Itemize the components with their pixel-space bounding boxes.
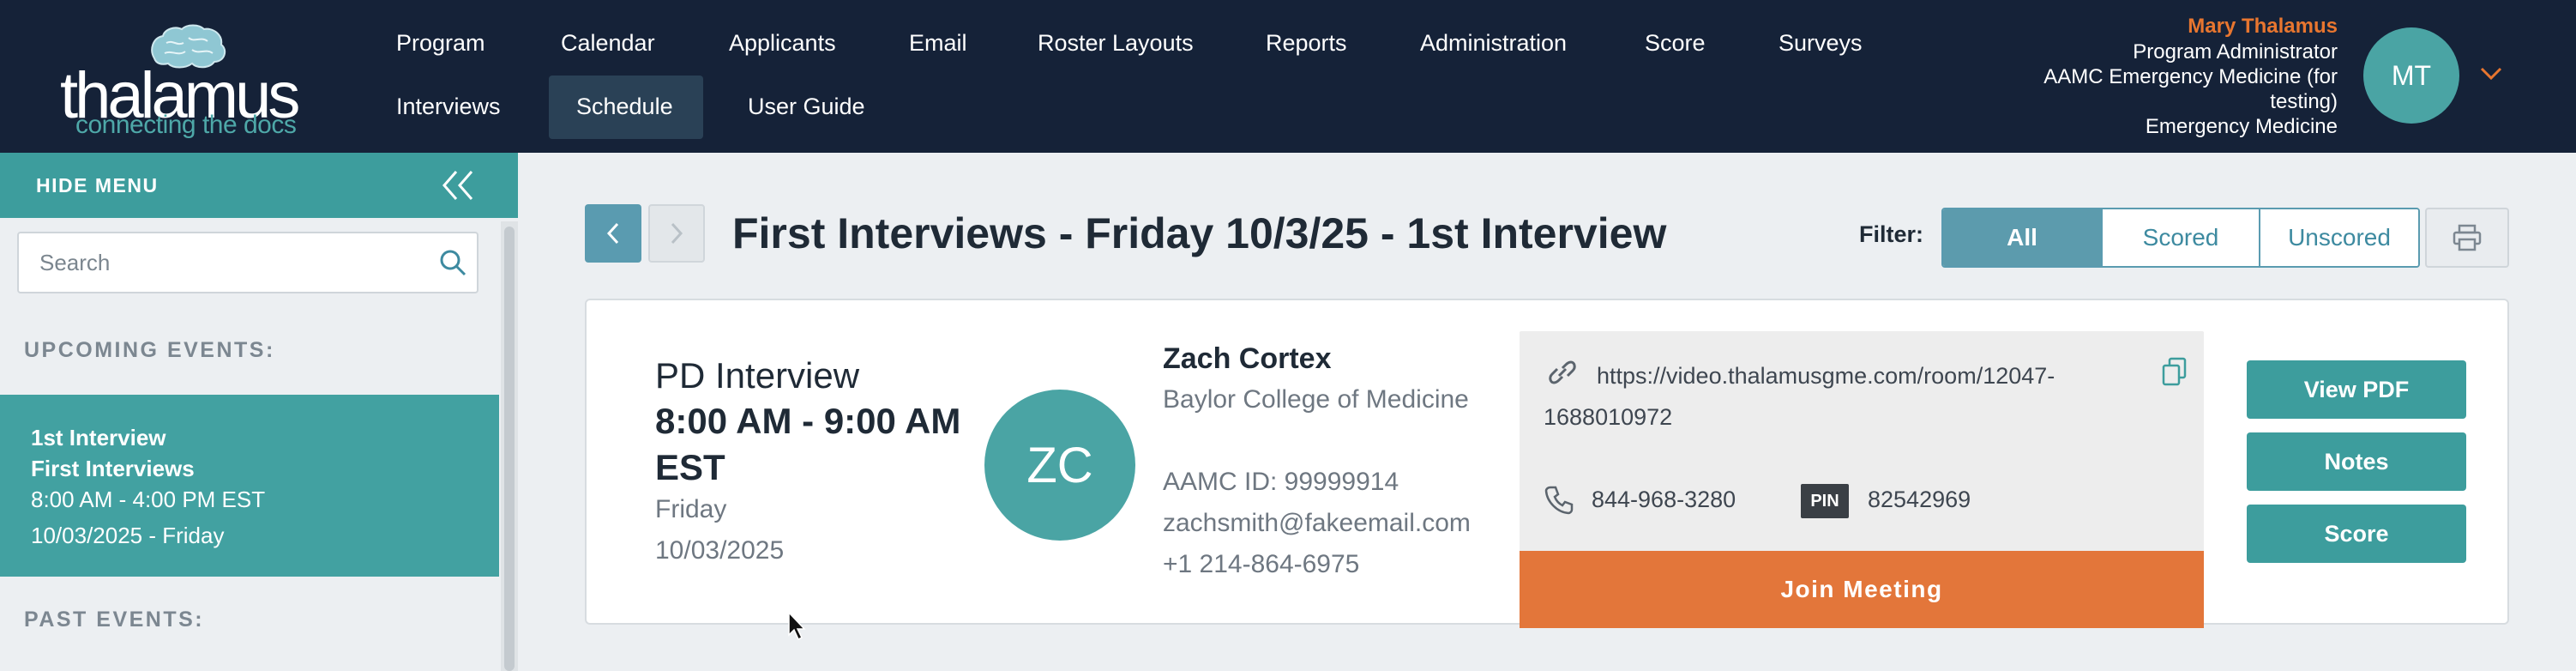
nav-applicants[interactable]: Applicants: [729, 29, 836, 57]
phone-icon: [1544, 486, 1574, 515]
chevron-left-icon: [606, 222, 619, 245]
candidate-phone: +1 214-864-6975: [1163, 550, 1360, 578]
page-title: First Interviews - Friday 10/3/25 - 1st …: [732, 209, 1667, 257]
interview-card: PD Interview 8:00 AM - 9:00 AM EST Frida…: [585, 299, 2509, 628]
nav-program[interactable]: Program: [396, 29, 485, 57]
sidebar: HIDE MENU UPCOMING EVENTS: 1st Interview…: [0, 153, 518, 671]
nav-user-guide[interactable]: User Guide: [748, 93, 865, 120]
filter-label: Filter:: [1859, 221, 1924, 247]
nav-interviews[interactable]: Interviews: [396, 93, 501, 120]
search-icon[interactable]: [437, 247, 468, 278]
upcoming-event-item[interactable]: 1st Interview First Interviews 8:00 AM -…: [0, 395, 499, 577]
user-avatar[interactable]: MT: [2363, 27, 2459, 124]
nav-score[interactable]: Score: [1645, 29, 1706, 57]
top-navigation-bar: thalamus connecting the docs Program Cal…: [0, 0, 2576, 153]
user-specialty: Emergency Medicine: [2145, 115, 2338, 138]
nav-surveys[interactable]: Surveys: [1779, 29, 1863, 57]
event-time: 8:00 AM - 4:00 PM EST: [31, 487, 266, 512]
printer-icon: [2453, 224, 2482, 251]
join-meeting-button[interactable]: Join Meeting: [1520, 551, 2204, 628]
chevron-down-icon[interactable]: [2478, 62, 2504, 84]
nav-reports[interactable]: Reports: [1266, 29, 1347, 57]
nav-email[interactable]: Email: [909, 29, 967, 57]
user-info: Mary Thalamus Program Administrator AAMC…: [2043, 14, 2338, 139]
interview-type: PD Interview: [655, 355, 860, 396]
filter-button-group: All Scored Unscored: [1941, 208, 2420, 268]
candidate-aamc-id: AAMC ID: 99999914: [1163, 468, 1399, 496]
nav-calendar[interactable]: Calendar: [561, 29, 655, 57]
hide-menu-label: HIDE MENU: [36, 173, 159, 196]
interview-date: Friday 10/03/2025: [655, 489, 784, 571]
nav-roster-layouts[interactable]: Roster Layouts: [1038, 29, 1194, 57]
event-subtitle: First Interviews: [31, 456, 195, 481]
notes-button[interactable]: Notes: [2247, 432, 2466, 491]
interview-day-name: Friday: [655, 495, 727, 523]
filter-unscored-button[interactable]: Unscored: [2260, 209, 2418, 266]
interview-date-value: 10/03/2025: [655, 536, 785, 565]
previous-button[interactable]: [585, 204, 641, 263]
search-input[interactable]: [17, 232, 478, 293]
meeting-phone: 844-968-3280: [1592, 487, 1736, 512]
meeting-pin: 82542969: [1868, 487, 1971, 512]
candidate-name[interactable]: Zach Cortex: [1163, 340, 1332, 378]
candidate-email[interactable]: zachsmith@fakeemail.com: [1163, 503, 1489, 544]
score-button[interactable]: Score: [2247, 505, 2466, 563]
past-events-label: PAST EVENTS:: [24, 608, 205, 632]
nav-schedule[interactable]: Schedule: [576, 93, 673, 120]
view-pdf-button[interactable]: View PDF: [2247, 360, 2466, 419]
user-role: Program Administrator: [2133, 40, 2338, 63]
meeting-url[interactable]: https://video.thalamusgme.com/room/12047…: [1544, 355, 2127, 438]
candidate-avatar: ZC: [984, 390, 1135, 541]
sidebar-scrollbar-thumb[interactable]: [504, 227, 515, 671]
copy-icon[interactable]: [2161, 357, 2188, 388]
meeting-details: https://video.thalamusgme.com/room/12047…: [1520, 331, 2204, 628]
double-chevron-left-icon[interactable]: [439, 168, 477, 203]
upcoming-events-label: UPCOMING EVENTS:: [24, 338, 275, 362]
event-title: 1st Interview: [31, 425, 166, 450]
nav-administration[interactable]: Administration: [1420, 29, 1567, 57]
user-program-line2: testing): [2270, 90, 2338, 113]
candidate-school: Baylor College of Medicine: [1163, 385, 1469, 414]
chevron-right-icon: [671, 222, 683, 245]
user-name: Mary Thalamus: [2188, 15, 2338, 38]
print-button[interactable]: [2425, 208, 2509, 268]
user-program-line1: AAMC Emergency Medicine (for: [2043, 65, 2338, 88]
filter-scored-button[interactable]: Scored: [2103, 209, 2260, 266]
filter-all-button[interactable]: All: [1943, 209, 2103, 266]
brand-tagline: connecting the docs: [75, 111, 297, 139]
thalamus-logo[interactable]: thalamus connecting the docs: [60, 21, 317, 139]
mouse-cursor-icon: [788, 611, 806, 641]
event-date: 10/03/2025 - Friday: [31, 523, 225, 548]
next-button[interactable]: [648, 204, 705, 263]
pin-badge: PIN: [1801, 484, 1849, 518]
interview-time: 8:00 AM - 9:00 AM EST: [655, 401, 961, 487]
